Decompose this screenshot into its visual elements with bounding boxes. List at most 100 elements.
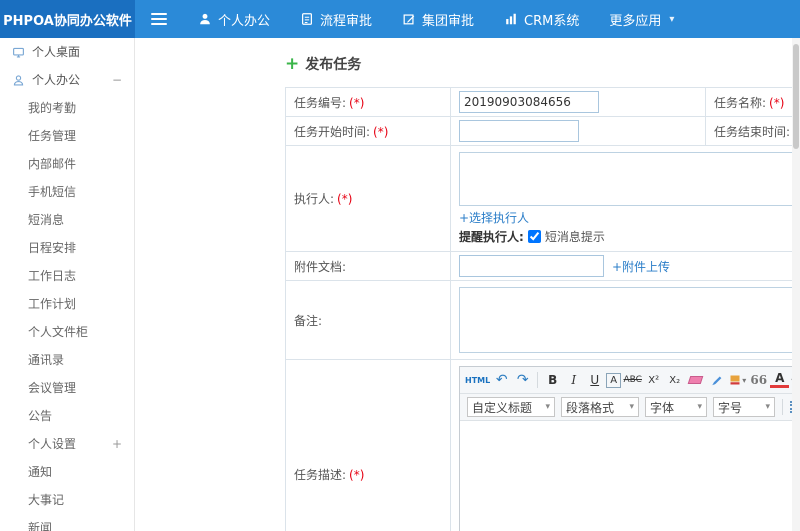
italic-button[interactable]: I <box>564 370 583 390</box>
nav-label: 个人办公 <box>218 13 271 29</box>
blockquote-button[interactable]: 66 <box>749 370 768 390</box>
start-time-input[interactable] <box>459 120 579 142</box>
sidebar-item-news[interactable]: 新闻 <box>0 514 134 531</box>
nav-label: 流程审批 <box>320 13 373 29</box>
add-icon: + <box>285 53 300 74</box>
eraser-icon <box>687 376 704 384</box>
brush-icon <box>711 375 722 385</box>
sidebar-group-personal-office[interactable]: 个人办公 − <box>0 66 134 94</box>
row-attachment: 附件文档: +附件上传 <box>285 251 800 281</box>
caret-down-icon: ▾ <box>629 402 634 412</box>
editor-toolbar-row2: 自定义标题 ▾ 段落格式 ▾ 字体 ▾ 字号 ▾ <box>460 394 800 421</box>
main-nav: 个人办公 流程审批 集团审批 CRM系统 更多应用 ▾ <box>183 0 689 38</box>
description-editor-area[interactable] <box>460 421 800 531</box>
task-no-label: 任务编号: (*) <box>285 87 451 117</box>
executor-textarea[interactable] <box>459 152 797 206</box>
sidebar-item-task-management[interactable]: 任务管理 <box>0 122 134 150</box>
scrollbar-thumb[interactable] <box>793 44 799 149</box>
palette-icon <box>730 375 740 385</box>
redo-button[interactable]: ↷ <box>513 370 532 390</box>
flow-approval-icon <box>302 13 313 25</box>
row-task-number: 任务编号:(*) 任务名称:(*) <box>285 87 800 117</box>
row-remark: 备注: <box>285 280 800 360</box>
row-executor: 执行人: (*) +选择执行人 提醒执行人: 短消息提示 <box>285 145 800 252</box>
user-icon <box>13 74 24 86</box>
sidebar-item-file-cabinet[interactable]: 个人文件柜 <box>0 318 134 346</box>
description-label: 任务描述: (*) <box>285 359 451 531</box>
toolbar-separator <box>537 372 539 388</box>
format-brush-button[interactable] <box>707 370 726 390</box>
task-name-label: 任务名称: (*) <box>705 87 800 117</box>
font-style-button[interactable]: A <box>606 372 622 388</box>
sidebar-item-schedule[interactable]: 日程安排 <box>0 234 134 262</box>
remind-executor-label: 提醒执行人: <box>459 230 524 244</box>
sidebar-item-short-message[interactable]: 短消息 <box>0 206 134 234</box>
subscript-button[interactable]: X₂ <box>665 370 684 390</box>
sms-remind-checkbox[interactable] <box>527 230 541 243</box>
row-description: 任务描述: (*) HTML ↶ ↷ B I U A ABC X² X₂ ▾ 6… <box>285 359 800 531</box>
font-size-select[interactable]: 字号 ▾ <box>713 397 775 417</box>
sidebar-item-contacts[interactable]: 通讯录 <box>0 346 134 374</box>
user-icon <box>200 13 210 25</box>
attachment-upload-link[interactable]: +附件上传 <box>612 258 670 275</box>
sidebar-item-notice[interactable]: 通知 <box>0 458 134 486</box>
executor-label: 执行人: (*) <box>285 145 451 252</box>
rich-text-editor: HTML ↶ ↷ B I U A ABC X² X₂ ▾ 66 A 自定义标题 … <box>459 366 800 531</box>
choose-executor-link[interactable]: +选择执行人 <box>459 209 529 226</box>
paragraph-format-select[interactable]: 段落格式 ▾ <box>561 397 639 417</box>
sidebar-item-sms[interactable]: 手机短信 <box>0 178 134 206</box>
remark-textarea[interactable] <box>459 287 797 353</box>
attachment-label: 附件文档: <box>285 251 451 281</box>
task-form-table: 任务编号:(*) 任务名称:(*) 任务开始时间:(*) 任务结束时间:(*) … <box>285 87 800 531</box>
nav-personal-office[interactable]: 个人办公 <box>183 0 285 38</box>
attachment-input[interactable] <box>459 255 604 277</box>
remark-label: 备注: <box>285 280 451 360</box>
row-task-time: 任务开始时间:(*) 任务结束时间:(*) <box>285 116 800 146</box>
caret-down-icon: ▾ <box>742 375 747 385</box>
collapse-icon[interactable]: − <box>112 66 122 94</box>
strikethrough-button[interactable]: ABC <box>623 370 642 390</box>
superscript-button[interactable]: X² <box>644 370 663 390</box>
caret-down-icon: ▾ <box>697 402 702 412</box>
sidebar-item-desktop[interactable]: 个人桌面 <box>0 38 134 66</box>
sms-remind-label: 短消息提示 <box>544 230 605 244</box>
vertical-scrollbar[interactable] <box>792 38 800 531</box>
page-title: + 发布任务 <box>285 54 800 74</box>
font-family-select[interactable]: 字体 ▾ <box>645 397 707 417</box>
nav-label: 集团审批 <box>422 13 475 29</box>
toolbar-separator <box>782 399 783 415</box>
end-time-label: 任务结束时间:(*) <box>705 116 800 146</box>
nav-group-approval[interactable]: 集团审批 <box>387 0 489 38</box>
sidebar-item-announcement[interactable]: 公告 <box>0 402 134 430</box>
bold-button[interactable]: B <box>543 370 562 390</box>
sidebar-item-work-log[interactable]: 工作日志 <box>0 262 134 290</box>
top-header: PHPOA协同办公软件 个人办公 流程审批 集团审批 CRM系统 更多应用 ▾ <box>0 0 800 38</box>
editor-toolbar-row1: HTML ↶ ↷ B I U A ABC X² X₂ ▾ 66 A <box>460 367 800 394</box>
caret-down-icon: ▾ <box>765 402 770 412</box>
expand-icon[interactable]: + <box>112 430 122 458</box>
menu-toggle-icon[interactable] <box>135 0 183 38</box>
font-color-button[interactable]: A <box>770 372 790 388</box>
app-logo: PHPOA协同办公软件 <box>0 0 135 38</box>
custom-title-select[interactable]: 自定义标题 ▾ <box>467 397 555 417</box>
nav-crm-system[interactable]: CRM系统 <box>489 0 594 38</box>
sidebar-item-work-plan[interactable]: 工作计划 <box>0 290 134 318</box>
nav-more-apps[interactable]: 更多应用 ▾ <box>594 0 689 38</box>
sidebar-group-personal-settings[interactable]: 个人设置 + <box>0 430 134 458</box>
desktop-icon <box>13 47 24 58</box>
sidebar-item-meeting[interactable]: 会议管理 <box>0 374 134 402</box>
main-content: + 发布任务 任务编号:(*) 任务名称:(*) 任务开始时间:(*) 任务结束… <box>135 38 800 531</box>
eraser-button[interactable] <box>686 370 705 390</box>
task-no-input[interactable] <box>459 91 599 113</box>
caret-down-icon: ▾ <box>545 402 550 412</box>
sidebar-item-events[interactable]: 大事记 <box>0 486 134 514</box>
sidebar: 个人桌面 个人办公 − 我的考勤 任务管理 内部邮件 手机短信 短消息 日程安排… <box>0 38 135 531</box>
sidebar-item-attendance[interactable]: 我的考勤 <box>0 94 134 122</box>
bar-chart-icon <box>506 13 516 25</box>
nav-flow-approval[interactable]: 流程审批 <box>285 0 387 38</box>
sidebar-item-internal-mail[interactable]: 内部邮件 <box>0 150 134 178</box>
underline-button[interactable]: U <box>585 370 604 390</box>
undo-button[interactable]: ↶ <box>492 370 511 390</box>
html-source-button[interactable]: HTML <box>465 370 490 390</box>
fill-color-button[interactable]: ▾ <box>728 370 747 390</box>
